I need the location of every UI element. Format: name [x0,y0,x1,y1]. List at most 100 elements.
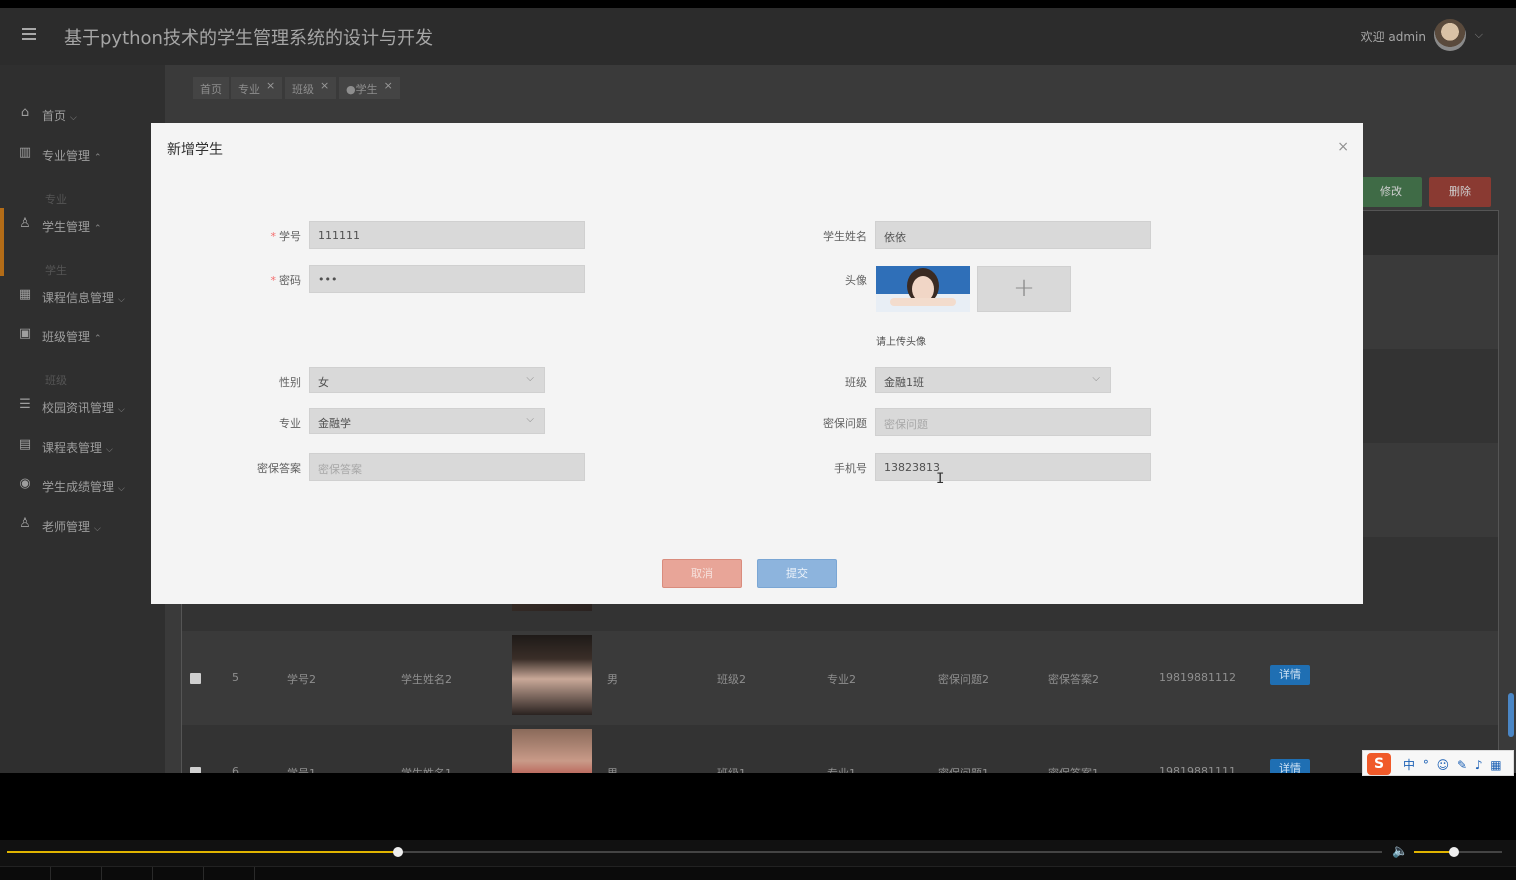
student-name-input[interactable]: 依依 [875,221,1151,249]
student-no-input[interactable]: 111111 [309,221,585,249]
phone-cell: 19819881112 [1159,671,1236,684]
sidebar-item-student-management[interactable]: ♙ 学生管理 ⌃ [0,210,165,240]
chevron-down-icon: ⌵ [94,524,101,534]
home-icon: ⌂ [20,105,30,120]
student-no-cell: 学号1 [287,765,316,773]
chevron-down-icon: ⌵ [106,445,113,455]
tab-student[interactable]: ●学生 × [339,77,400,99]
phone-cell: 19819881111 [1159,765,1236,773]
sidebar-item-label: 班级管理 [42,330,91,344]
tab-label: ●学生 [346,83,378,96]
sidebar-item-home[interactable]: ⌂ 首页 ⌵ [0,99,165,129]
major-cell: 专业2 [827,673,856,686]
chart-icon: ▥ [18,145,32,160]
sidebar-item-timetable[interactable]: ▤ 课程表管理 ⌵ [0,431,165,461]
sidebar-item-course-info[interactable]: ▦ 课程信息管理 ⌵ [0,281,165,311]
class-cell: 班级2 [717,673,746,686]
password-input[interactable]: ••• [309,265,585,293]
sidebar-item-major-management[interactable]: ▥ 专业管理 ⌃ [0,139,165,169]
disc-icon: ◉ [19,476,31,491]
detail-button[interactable]: 详情 [1270,759,1310,773]
dialog-title: 新增学生 [167,142,223,158]
sidebar-item-class-management[interactable]: ▣ 班级管理 ⌃ [0,320,165,350]
upload-tip: 请上传头像 [876,337,926,348]
grid-icon: ▦ [18,287,32,302]
major-select[interactable]: 金融学 ⌵ [309,408,545,434]
ime-toolbar[interactable]: S 中 ° ☺ ✎ ♪ ▦ [1362,750,1514,776]
avatar-preview-image[interactable] [876,266,970,312]
sidebar-subitem-class[interactable]: 班级 [45,372,67,388]
gender-label: 性别 [279,376,301,389]
tab-label: 专业 [238,83,260,96]
delete-button[interactable]: 删除 [1429,177,1491,207]
close-icon[interactable]: × [320,79,329,92]
list-icon: ☰ [19,397,31,412]
menu-toggle-icon[interactable] [22,28,42,44]
close-icon[interactable]: × [384,79,393,92]
chevron-down-icon: ⌵ [118,484,125,494]
edit-button[interactable]: 修改 [1360,177,1422,207]
chevron-down-icon: ⌵ [526,414,534,425]
close-icon[interactable]: × [266,79,275,92]
volume-icon[interactable]: 🔈 [1392,844,1408,859]
row-checkbox[interactable] [190,673,201,684]
close-icon[interactable]: × [1337,139,1349,155]
sogou-logo-icon[interactable]: S [1367,753,1391,775]
major-value: 金融学 [318,417,351,430]
seek-handle[interactable] [392,847,403,857]
scrollbar-thumb[interactable] [1508,693,1514,737]
upload-avatar-button[interactable]: + [977,266,1071,312]
major-cell: 专业1 [827,765,856,773]
sidebar-item-teacher[interactable]: ♙ 老师管理 ⌵ [0,510,165,540]
row-index: 5 [232,671,239,684]
gender-cell: 男 [607,673,618,686]
cancel-button[interactable]: 取消 [662,559,742,588]
security-question-input[interactable]: 密保问题 [875,408,1151,436]
phone-label: 手机号 [834,462,867,475]
gender-select[interactable]: 女 ⌵ [309,367,545,393]
answer-label: 密保答案 [257,462,301,475]
sidebar-item-label: 老师管理 [42,520,91,534]
student-name-label: 学生姓名 [823,230,867,243]
student-photo [512,635,592,715]
student-name-cell: 学生姓名2 [401,673,452,686]
user-avatar[interactable] [1434,19,1466,51]
table-row[interactable]: 5 学号2 学生姓名2 男 班级2 专业2 密保问题2 密保答案2 198198… [182,631,1498,725]
tab-class[interactable]: 班级 × [285,77,337,99]
video-player-bar: 🔈 [0,840,1516,880]
person-icon: ♙ [19,516,31,531]
chevron-down-icon: ⌵ [1092,373,1100,384]
sidebar: ⌂ 首页 ⌵ ▥ 专业管理 ⌃ 专业 ♙ 学生管理 ⌃ 学生 ▦ 课程信息管理 ⌵ ▣ … [0,65,165,773]
sidebar-item-grades[interactable]: ◉ 学生成绩管理 ⌵ [0,470,165,500]
sidebar-subitem-major[interactable]: 专业 [45,191,67,207]
class-select[interactable]: 金融1班 ⌵ [875,367,1111,393]
text-cursor-icon: I [936,471,945,487]
ime-tools[interactable]: 中 ° ☺ ✎ ♪ ▦ [1403,756,1504,773]
detail-button[interactable]: 详情 [1270,665,1310,685]
chevron-up-icon: ⌃ [94,334,102,344]
student-name-cell: 学生姓名1 [401,765,452,773]
tab-major[interactable]: 专业 × [231,77,283,99]
sidebar-item-label: 校园资讯管理 [42,401,115,415]
tab-home[interactable]: 首页 [193,77,229,99]
student-photo [512,729,592,773]
row-index: 6 [232,765,239,773]
welcome-text: 欢迎 admin [1360,30,1426,44]
question-label: 密保问题 [823,417,867,430]
top-header: 基于python技术的学生管理系统的设计与开发 欢迎 admin ⌵ [0,8,1516,65]
answer-cell: 密保答案2 [1048,673,1099,686]
sidebar-item-campus-news[interactable]: ☰ 校园资讯管理 ⌵ [0,391,165,421]
row-checkbox[interactable] [190,767,201,773]
table-row[interactable]: 6 学号1 学生姓名1 男 班级1 专业1 密保问题1 密保答案1 198198… [182,725,1498,773]
phone-input[interactable]: 13823813 [875,453,1151,481]
chevron-down-icon[interactable]: ⌵ [1475,28,1483,42]
sidebar-item-label: 课程信息管理 [42,291,115,305]
volume-handle[interactable] [1448,847,1459,857]
sidebar-subitem-student[interactable]: 学生 [45,262,67,278]
submit-button[interactable]: 提交 [757,559,837,588]
student-no-label: * 学号 [270,230,302,243]
tab-label: 首页 [200,83,222,96]
question-cell: 密保问题1 [938,765,989,773]
class-cell: 班级1 [717,765,746,773]
security-answer-input[interactable]: 密保答案 [309,453,585,481]
